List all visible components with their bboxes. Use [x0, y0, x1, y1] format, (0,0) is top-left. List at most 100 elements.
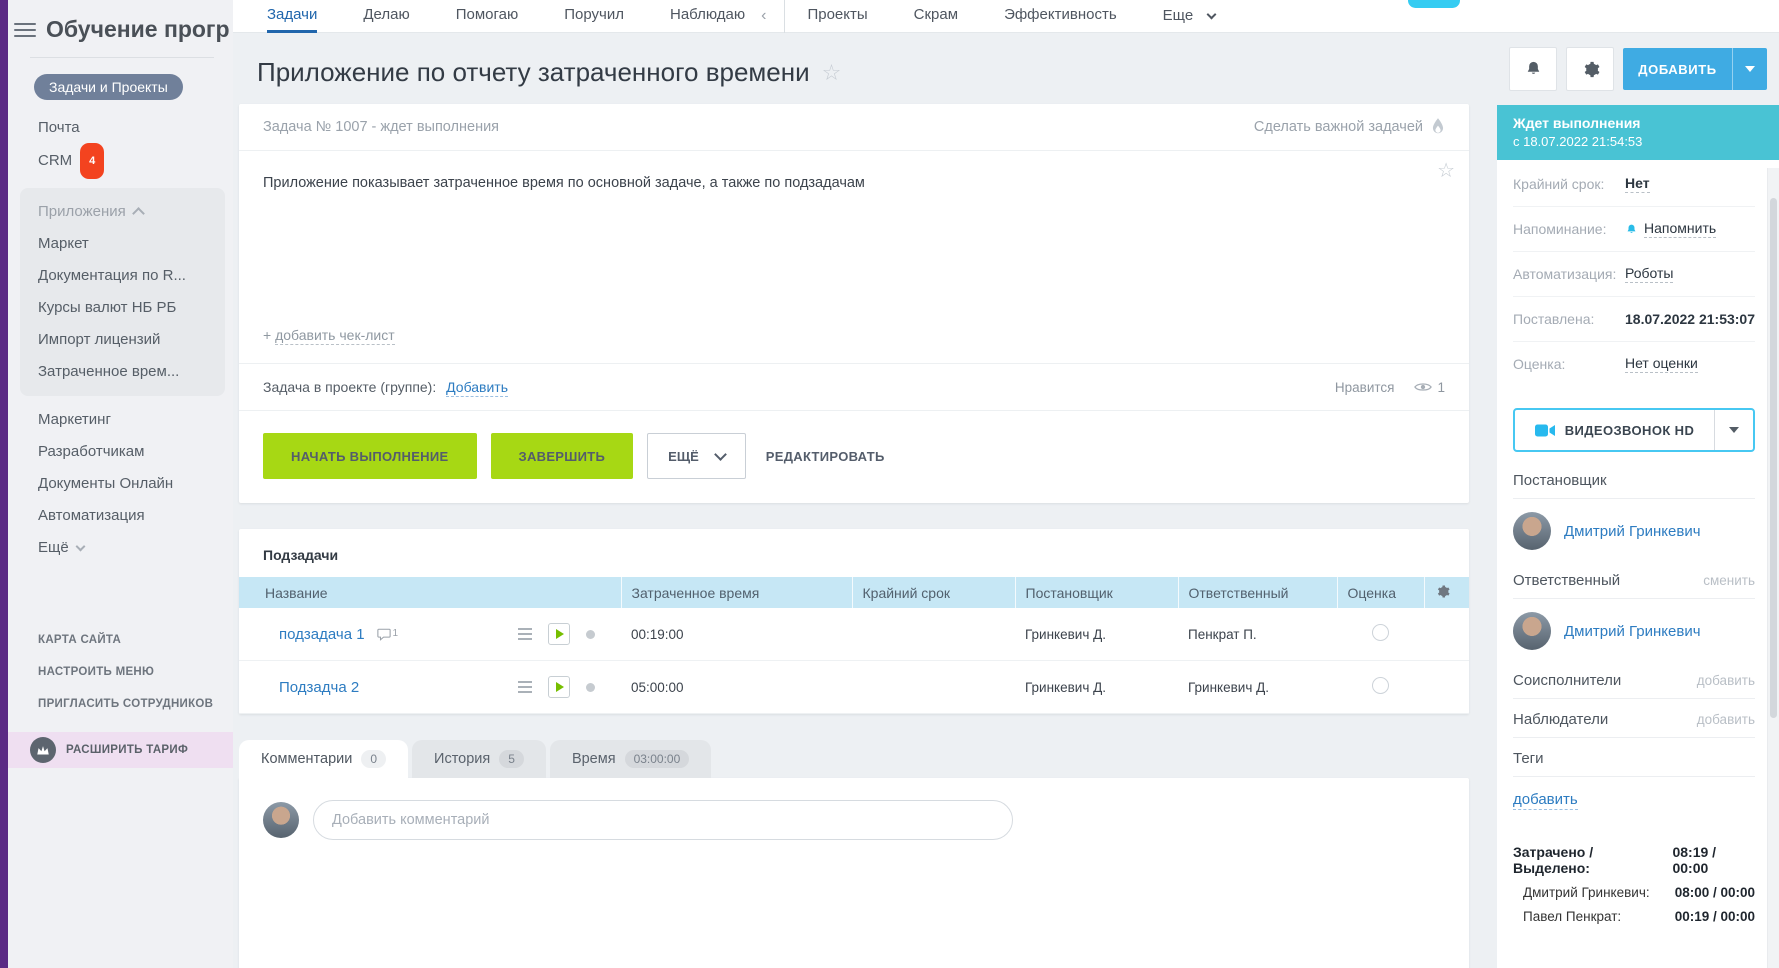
add-tag-link[interactable]: добавить: [1513, 791, 1578, 810]
sidebar-item-documentation[interactable]: Документация по R...: [38, 260, 225, 292]
sidebar-item-time-spent[interactable]: Затраченное врем...: [38, 356, 225, 388]
add-button-dropdown[interactable]: [1732, 48, 1767, 90]
tab-helping[interactable]: Помогаю: [456, 0, 519, 33]
status-dot-icon: [586, 630, 595, 639]
video-call-dropdown[interactable]: [1714, 410, 1753, 450]
views-count: 1: [1437, 380, 1445, 395]
more-actions-button[interactable]: ЕЩЁ: [647, 433, 746, 479]
subtasks-table: Название Затраченное время Крайний срок …: [239, 577, 1469, 714]
video-call-button[interactable]: ВИДЕОЗВОНОК HD: [1513, 408, 1755, 452]
sidebar-item-developers[interactable]: Разработчикам: [38, 436, 233, 468]
start-timer-icon[interactable]: [548, 623, 570, 645]
table-settings-gear-icon[interactable]: [1424, 577, 1469, 608]
deadline-value[interactable]: Нет: [1625, 175, 1650, 193]
finish-task-button[interactable]: ЗАВЕРШИТЬ: [491, 433, 634, 479]
subtask-link[interactable]: Подзадча 2: [279, 679, 359, 696]
automation-value[interactable]: Роботы: [1625, 265, 1673, 283]
add-coexecutor-link[interactable]: добавить: [1697, 673, 1755, 688]
menu-icon[interactable]: [14, 23, 36, 37]
sidebar: Обучение прогр Задачи и Проекты Почта CR…: [8, 0, 233, 968]
add-button[interactable]: ДОБАВИТЬ: [1623, 48, 1767, 90]
creator-avatar[interactable]: [1513, 512, 1551, 550]
project-add-link[interactable]: Добавить: [446, 379, 508, 397]
sidebar-item-docs-online[interactable]: Документы Онлайн: [38, 468, 233, 500]
settings-button[interactable]: [1566, 47, 1614, 91]
start-task-button[interactable]: НАЧАТЬ ВЫПОЛНЕНИЕ: [263, 433, 477, 479]
upgrade-plan-label: РАСШИРИТЬ ТАРИФ: [66, 744, 188, 756]
chevron-down-icon: [1207, 9, 1217, 19]
start-timer-icon[interactable]: [548, 676, 570, 698]
favorite-star-icon[interactable]: ☆: [822, 62, 842, 84]
creator-name-link[interactable]: Дмитрий Гринкевич: [1564, 523, 1701, 540]
notifications-button[interactable]: [1509, 47, 1557, 91]
column-deadline[interactable]: Крайний срок: [852, 577, 1015, 608]
rating-radio[interactable]: [1372, 624, 1389, 641]
description-star-icon[interactable]: ☆: [1437, 161, 1455, 181]
gear-icon: [1581, 60, 1600, 79]
comment-input[interactable]: [313, 800, 1013, 840]
configure-menu-link[interactable]: НАСТРОИТЬ МЕНЮ: [38, 656, 233, 688]
change-responsible-link[interactable]: сменить: [1703, 573, 1755, 588]
tab-time-label: Время: [572, 751, 616, 767]
sidebar-item-tasks-projects[interactable]: Задачи и Проекты: [34, 74, 183, 100]
scrollbar-thumb[interactable]: [1770, 198, 1777, 718]
tab-doing[interactable]: Делаю: [363, 0, 409, 33]
tab-projects[interactable]: Проекты: [807, 0, 867, 33]
tab-comments-badge: 0: [361, 750, 386, 768]
edit-task-button[interactable]: РЕДАКТИРОВАТЬ: [760, 448, 891, 465]
add-observer-link[interactable]: добавить: [1697, 712, 1755, 727]
sidebar-group-apps-toggle[interactable]: Приложения: [38, 196, 225, 228]
responsible-section-label: Ответственный: [1513, 572, 1620, 589]
sidebar-item-market[interactable]: Маркет: [38, 228, 225, 260]
status-since: с 18.07.2022 21:54:53: [1513, 134, 1763, 149]
sitemap-link[interactable]: КАРТА САЙТА: [38, 624, 233, 656]
sidebar-item-marketing[interactable]: Маркетинг: [38, 404, 233, 436]
flame-icon: [1431, 118, 1445, 136]
add-checklist-link[interactable]: добавить чек-лист: [275, 327, 395, 345]
tab-scrum[interactable]: Скрам: [914, 0, 958, 33]
scrollbar[interactable]: [1767, 168, 1779, 968]
reminder-value[interactable]: Напомнить: [1644, 220, 1716, 238]
comments-bubble-icon[interactable]: 1: [377, 628, 399, 641]
tab-delegated[interactable]: Поручил: [564, 0, 624, 33]
nav-more-label: Еще: [1163, 1, 1194, 31]
tab-history[interactable]: История 5: [412, 740, 546, 778]
rating-radio[interactable]: [1372, 677, 1389, 694]
row-menu-icon[interactable]: [518, 681, 532, 693]
sidebar-item-mail[interactable]: Почта: [38, 112, 233, 144]
subtask-time: 05:00:00: [621, 661, 852, 714]
invite-employees-link[interactable]: ПРИГЛАСИТЬ СОТРУДНИКОВ: [38, 688, 233, 720]
row-menu-icon[interactable]: [518, 628, 532, 640]
column-responsible[interactable]: Ответственный: [1178, 577, 1337, 608]
tab-more[interactable]: Еще: [1163, 0, 1216, 33]
responsible-avatar[interactable]: [1513, 612, 1551, 650]
sidebar-item-crm[interactable]: CRM4: [38, 144, 233, 176]
sidebar-item-license-import[interactable]: Импорт лицензий: [38, 324, 225, 356]
sidebar-item-automation[interactable]: Автоматизация: [38, 500, 233, 532]
comments-count: 1: [393, 628, 399, 639]
chevron-up-icon: [132, 207, 145, 220]
like-link[interactable]: Нравится: [1335, 380, 1395, 395]
tab-efficiency[interactable]: Эффективность: [1004, 0, 1117, 33]
time-report-row: Павел Пенкрат: 00:19 / 00:00: [1513, 909, 1755, 924]
sidebar-item-more[interactable]: Ещё: [38, 532, 233, 564]
column-time-spent[interactable]: Затраченное время: [621, 577, 852, 608]
responsible-name-link[interactable]: Дмитрий Гринкевич: [1564, 623, 1701, 640]
column-rating[interactable]: Оценка: [1337, 577, 1424, 608]
spent-total-value: 08:19 / 00:00: [1672, 844, 1755, 876]
chevron-down-icon: [714, 448, 727, 461]
tab-comments[interactable]: Комментарии 0: [239, 740, 408, 778]
make-important-label: Сделать важной задачей: [1254, 119, 1423, 135]
tab-watching[interactable]: Наблюдаю: [670, 0, 745, 33]
sidebar-item-currency-rates[interactable]: Курсы валют НБ РБ: [38, 292, 225, 324]
column-name[interactable]: Название: [239, 577, 621, 608]
upgrade-plan-button[interactable]: РАСШИРИТЬ ТАРИФ: [8, 732, 233, 768]
subtask-link[interactable]: подзадача 1: [279, 626, 365, 643]
rating-value[interactable]: Нет оценки: [1625, 355, 1698, 373]
make-important-button[interactable]: Сделать важной задачей: [1254, 118, 1445, 136]
sidebar-header: Обучение прогр: [8, 0, 233, 43]
tab-time[interactable]: Время 03:00:00: [550, 740, 711, 778]
tab-tasks[interactable]: Задачи: [267, 0, 317, 33]
column-creator[interactable]: Постановщик: [1015, 577, 1178, 608]
collapse-arrow-icon[interactable]: ‹: [761, 1, 766, 31]
